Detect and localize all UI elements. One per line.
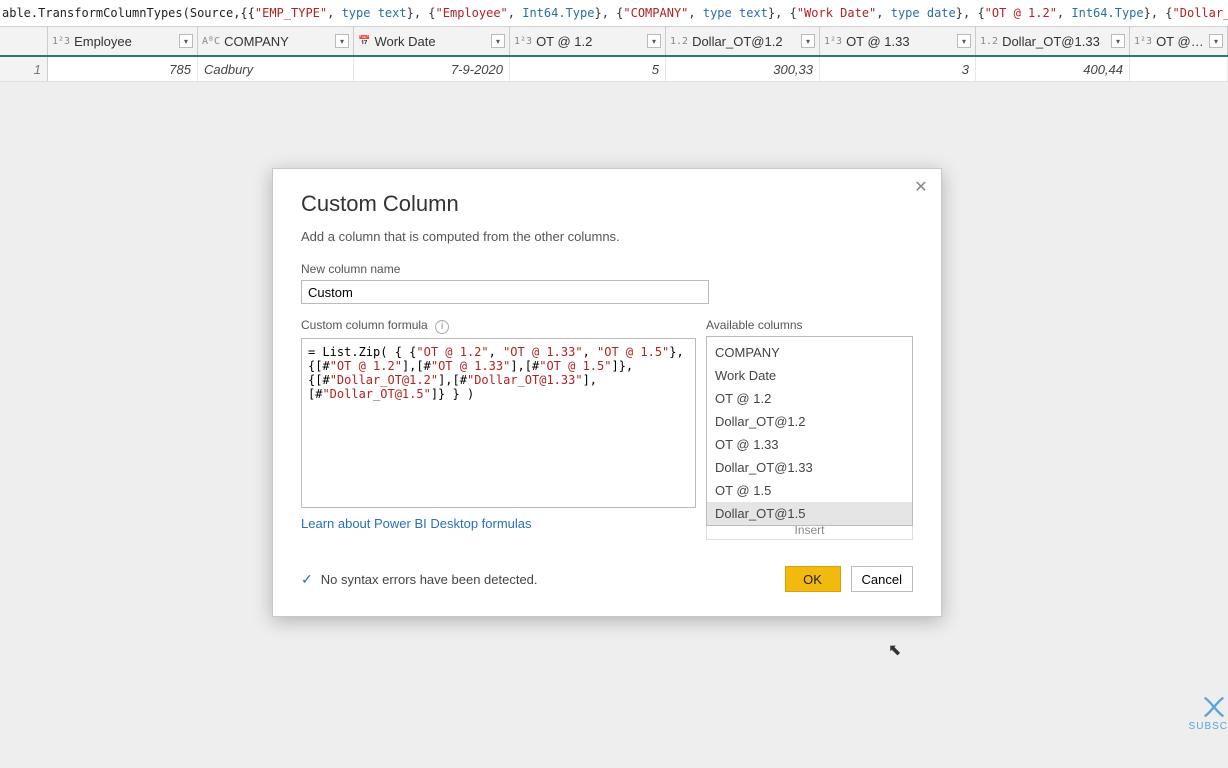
new-column-name-label: New column name [301,262,913,276]
watermark-logo: SUBSC [1189,693,1228,732]
formula-input[interactable]: = List.Zip( { {"OT @ 1.2", "OT @ 1.33", … [301,338,696,508]
row-number-header [0,27,48,55]
available-column-item[interactable]: OT @ 1.5 [707,479,912,502]
formula-label: Custom column formula i [301,318,696,334]
column-header[interactable]: 1.2 Dollar_OT@1.2 ▾ [666,27,820,55]
available-column-item[interactable]: Dollar_OT@1.2 [707,410,912,433]
type-icon: 1²3 [824,36,842,47]
table-row: 1 785Cadbury7-9-20205300,333400,44 [0,57,1228,82]
chevron-down-icon[interactable]: ▾ [1209,34,1223,48]
chevron-down-icon[interactable]: ▾ [957,34,971,48]
column-header[interactable]: 1²3 OT @ 1.2 ▾ [510,27,666,55]
available-column-item[interactable]: Dollar_OT@1.5 [707,502,912,525]
new-column-name-input[interactable] [301,280,709,304]
cell[interactable]: 5 [510,57,666,81]
column-name: OT @ 1.5 [1156,34,1205,49]
dialog-description: Add a column that is computed from the o… [301,229,913,244]
close-icon[interactable]: ✕ [911,177,931,197]
available-column-item[interactable]: COMPANY [707,341,912,364]
available-column-item[interactable]: OT @ 1.33 [707,433,912,456]
table-header-row: 1²3 Employee ▾ AᴮC COMPANY ▾ 📅 Work Date ▾ 1²3 OT … [0,27,1228,57]
chevron-down-icon[interactable]: ▾ [801,34,815,48]
column-name: Dollar_OT@1.33 [1002,34,1107,49]
available-column-item[interactable]: Work Date [707,364,912,387]
type-icon: 1.2 [980,36,998,47]
ok-button[interactable]: OK [785,566,841,592]
column-header[interactable]: 1.2 Dollar_OT@1.33 ▾ [976,27,1130,55]
dialog-title: Custom Column [301,191,913,217]
column-header[interactable]: 1²3 Employee ▾ [48,27,198,55]
type-icon: AᴮC [202,36,220,47]
formula-bar[interactable]: able.TransformColumnTypes(Source,{{"EMP_… [0,0,1228,27]
available-columns-list[interactable]: EMP_TYPEEmployeeCOMPANYWork DateOT @ 1.2… [706,336,913,526]
chevron-down-icon[interactable]: ▾ [491,34,505,48]
cell[interactable]: 400,44 [976,57,1130,81]
type-icon: 1.2 [670,36,688,47]
column-name: OT @ 1.2 [536,34,643,49]
type-icon: 📅 [358,36,370,47]
check-icon: ✓ [301,571,313,588]
syntax-status: No syntax errors have been detected. [321,572,538,587]
column-name: Employee [74,34,175,49]
column-header[interactable]: AᴮC COMPANY ▾ [198,27,354,55]
custom-column-dialog: ✕ Custom Column Add a column that is com… [272,168,942,617]
column-header[interactable]: 1²3 OT @ 1.5 ▾ [1130,27,1228,55]
type-icon: 1²3 [514,36,532,47]
column-name: OT @ 1.33 [846,34,953,49]
cell[interactable]: 7-9-2020 [354,57,510,81]
cell[interactable]: 3 [820,57,976,81]
cell[interactable]: 300,33 [666,57,820,81]
type-icon: 1²3 [52,36,70,47]
cancel-button[interactable]: Cancel [851,566,913,592]
learn-formulas-link[interactable]: Learn about Power BI Desktop formulas [301,516,532,531]
available-columns-label: Available columns [706,318,913,332]
type-icon: 1²3 [1134,36,1152,47]
chevron-down-icon[interactable]: ▾ [647,34,661,48]
chevron-down-icon[interactable]: ▾ [335,34,349,48]
cell[interactable] [1130,57,1228,81]
available-column-item[interactable]: Dollar_OT@1.33 [707,456,912,479]
row-number-cell: 1 [0,57,48,81]
chevron-down-icon[interactable]: ▾ [1111,34,1125,48]
chevron-down-icon[interactable]: ▾ [179,34,193,48]
cell[interactable]: Cadbury [198,57,354,81]
cell[interactable]: 785 [48,57,198,81]
cursor-icon: ⬉ [888,640,901,660]
column-name: Dollar_OT@1.2 [692,34,797,49]
insert-button[interactable]: Insert [706,526,913,540]
available-column-item[interactable]: OT @ 1.2 [707,387,912,410]
column-header[interactable]: 1²3 OT @ 1.33 ▾ [820,27,976,55]
column-name: Work Date [374,34,487,49]
column-name: COMPANY [224,34,331,49]
column-header[interactable]: 📅 Work Date ▾ [354,27,510,55]
info-icon[interactable]: i [435,320,449,334]
